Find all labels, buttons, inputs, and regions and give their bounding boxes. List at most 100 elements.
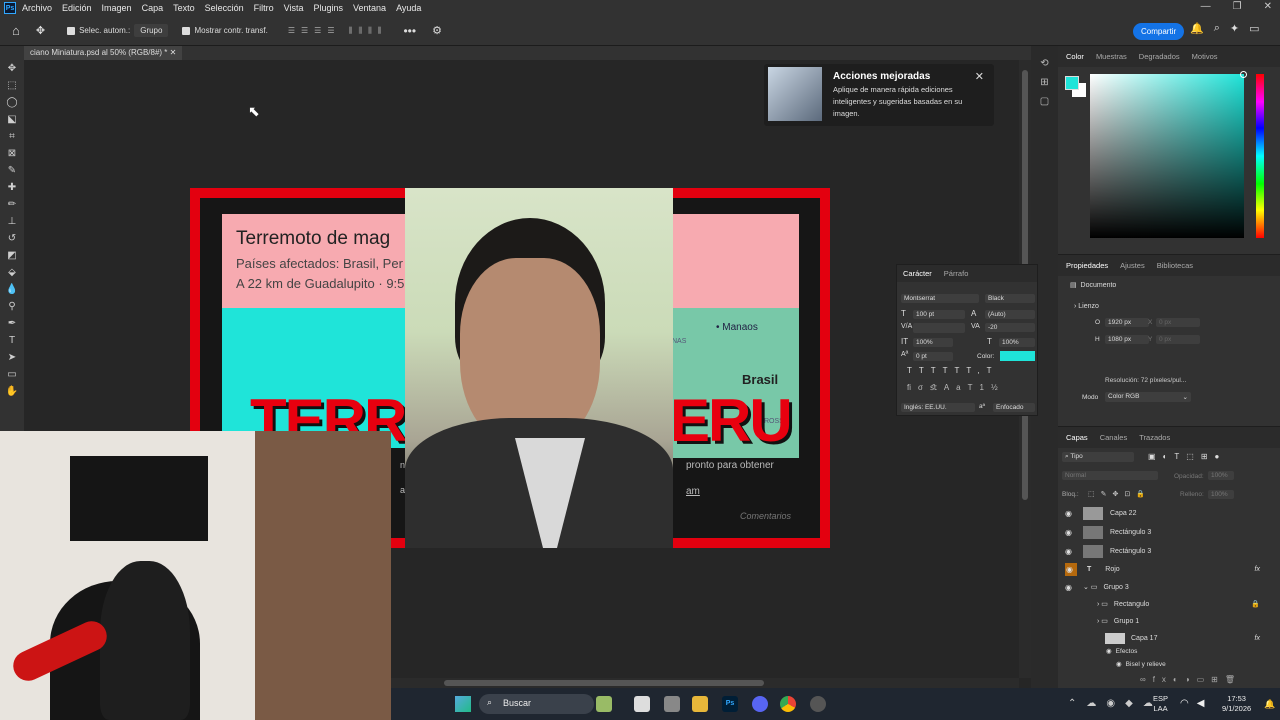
text-style-buttons[interactable]: TTTTTT,T [907, 366, 999, 375]
app-icon[interactable] [664, 696, 680, 712]
blend-mode-select[interactable]: Normal [1062, 471, 1158, 480]
menu-filtro[interactable]: Filtro [254, 3, 274, 13]
more-icon[interactable]: ••• [403, 24, 416, 38]
menu-imagen[interactable]: Imagen [102, 3, 132, 13]
effect-row[interactable]: ◉ Bisel y relieve [1058, 657, 1280, 671]
kerning-field[interactable] [913, 323, 965, 333]
eye-icon[interactable]: ◉ [1065, 528, 1077, 537]
discord-icon[interactable] [752, 696, 768, 712]
tray-app-icon[interactable]: ◆ [1125, 698, 1133, 709]
marquee-tool-icon[interactable]: ⬚ [0, 77, 24, 94]
eyedropper-icon[interactable]: ✎ [0, 162, 24, 179]
object-select-icon[interactable]: ⬕ [0, 111, 24, 128]
home-icon[interactable]: ⌂ [12, 23, 20, 38]
foreground-swatch[interactable] [1065, 76, 1079, 90]
x-field[interactable]: 0 px [1156, 318, 1200, 327]
tray-app-icon[interactable]: ☁ [1143, 698, 1153, 709]
bucket-tool-icon[interactable]: ⬙ [0, 264, 24, 281]
properties-icon[interactable]: ⊞ [1031, 77, 1058, 88]
font-style-select[interactable]: Black [985, 294, 1035, 303]
width-field[interactable]: 1920 px [1105, 318, 1149, 327]
align-icons[interactable]: ☰☰☰☰ ⫼⫼⫼⫼ [288, 26, 388, 36]
layer-filter-icons[interactable]: ▣◐T⬚⊞● [1148, 452, 1226, 461]
chrome-icon[interactable] [780, 696, 796, 712]
tray-app-icon[interactable]: ☁ [1086, 698, 1096, 709]
minimize-icon[interactable]: — [1201, 1, 1211, 12]
layer-filter-select[interactable]: ⌕ Tipo [1062, 452, 1134, 462]
color-field[interactable] [1090, 74, 1244, 238]
layer-row[interactable]: › ▭ Grupo 1 [1058, 612, 1280, 630]
opentype-buttons[interactable]: ﬁσﬆAaT1½ [907, 383, 1005, 392]
baseline-field[interactable]: 0 pt [913, 352, 953, 361]
document-tab[interactable]: ciano Miniatura.psd al 50% (RGB/8#) * ✕ [24, 46, 183, 60]
hue-slider[interactable] [1256, 74, 1264, 238]
menu-seleccion[interactable]: Selección [205, 3, 244, 13]
clock[interactable]: 17:53 9/1/2026 [1222, 694, 1251, 714]
mode-select[interactable]: Color RGB ⌄ [1105, 392, 1191, 402]
tab-degradados[interactable]: Degradados [1139, 52, 1180, 61]
brush-tool-icon[interactable]: ✏ [0, 196, 24, 213]
tray-app-icon[interactable]: ◉ [1106, 698, 1115, 709]
tab-muestras[interactable]: Muestras [1096, 52, 1127, 61]
tab-caracter[interactable]: Carácter [903, 269, 932, 278]
bulb-icon[interactable]: ✦ [1230, 22, 1239, 35]
path-select-icon[interactable]: ➤ [0, 349, 24, 366]
type-tool-icon[interactable]: T [0, 332, 24, 349]
maximize-icon[interactable]: ❐ [1233, 1, 1242, 12]
tab-propiedades[interactable]: Propiedades [1066, 261, 1108, 270]
layer-bottom-icons[interactable]: ∞fx◐◑▭⊞🗑 [1140, 675, 1242, 684]
wifi-icon[interactable]: ◠ [1180, 698, 1189, 709]
task-view-icon[interactable] [634, 696, 650, 712]
fx-icon[interactable]: fx [1255, 635, 1260, 642]
photoshop-taskbar-icon[interactable]: Ps [722, 696, 738, 712]
windows-start-icon[interactable] [455, 696, 471, 712]
menu-texto[interactable]: Texto [173, 3, 195, 13]
eye-icon[interactable]: ◉ [1065, 547, 1077, 556]
pen-tool-icon[interactable]: ✒ [0, 315, 24, 332]
hand-tool-icon[interactable]: ✋ [0, 383, 24, 400]
leading-field[interactable]: (Auto) [985, 310, 1035, 319]
file-explorer-icon[interactable] [692, 696, 708, 712]
notifications-icon[interactable]: 🔔 [1264, 699, 1275, 710]
input-language[interactable]: ESP LAA [1153, 694, 1168, 714]
layer-row[interactable]: ◉ Rectángulo 3 [1058, 523, 1280, 541]
blur-tool-icon[interactable]: 💧 [0, 281, 24, 298]
chevron-up-icon[interactable]: ⌃ [1068, 698, 1076, 709]
menu-edicion[interactable]: Edición [62, 3, 92, 13]
eraser-tool-icon[interactable]: ◩ [0, 247, 24, 264]
text-color-swatch[interactable] [1000, 351, 1035, 361]
history-icon[interactable]: ⟲ [1031, 58, 1058, 69]
tab-canales[interactable]: Canales [1100, 433, 1128, 442]
tab-trazados[interactable]: Trazados [1139, 433, 1170, 442]
gear-icon[interactable]: ⚙ [432, 24, 442, 37]
menu-capa[interactable]: Capa [142, 3, 164, 13]
menu-plugins[interactable]: Plugins [314, 3, 344, 13]
fx-icon[interactable]: fx [1255, 566, 1260, 573]
fill-field[interactable]: 100% [1208, 490, 1234, 499]
eye-icon[interactable]: ◉ [1116, 660, 1122, 668]
layer-row[interactable]: ◉ T Rojo fx [1058, 560, 1280, 578]
crop-tool-icon[interactable]: ⌗ [0, 128, 24, 145]
tab-bibliotecas[interactable]: Bibliotecas [1157, 261, 1193, 270]
layer-row[interactable]: ◉ ⌄ ▭ Grupo 3 [1058, 578, 1280, 596]
share-button[interactable]: Compartir [1133, 23, 1185, 40]
tracking-field[interactable]: -20 [985, 323, 1035, 332]
move-tool-icon[interactable]: ✥ [0, 60, 24, 77]
comment-icon[interactable]: ▢ [1031, 96, 1058, 107]
lasso-tool-icon[interactable]: ◯ [0, 94, 24, 111]
menu-ventana[interactable]: Ventana [353, 3, 386, 13]
eye-icon[interactable]: ◉ [1065, 509, 1077, 518]
font-family-select[interactable]: Montserrat [901, 294, 979, 303]
show-transform-checkbox[interactable]: Mostrar contr. transf. [182, 26, 268, 35]
eye-icon[interactable]: ◉ [1106, 647, 1112, 655]
tray-status-icons[interactable]: ◠ ◀ [1180, 698, 1204, 709]
close-icon[interactable]: ✕ [1264, 1, 1272, 12]
tab-ajustes[interactable]: Ajustes [1120, 261, 1145, 270]
group-select[interactable]: Grupo [134, 24, 169, 37]
tab-motivos[interactable]: Motivos [1192, 52, 1218, 61]
eye-icon[interactable]: ◉ [1065, 562, 1077, 576]
y-field[interactable]: 0 px [1156, 335, 1200, 344]
auto-select-checkbox[interactable]: Selec. autom.: [67, 26, 130, 35]
menu-archivo[interactable]: Archivo [22, 3, 52, 13]
search-icon[interactable]: ⌕ [1214, 22, 1220, 35]
